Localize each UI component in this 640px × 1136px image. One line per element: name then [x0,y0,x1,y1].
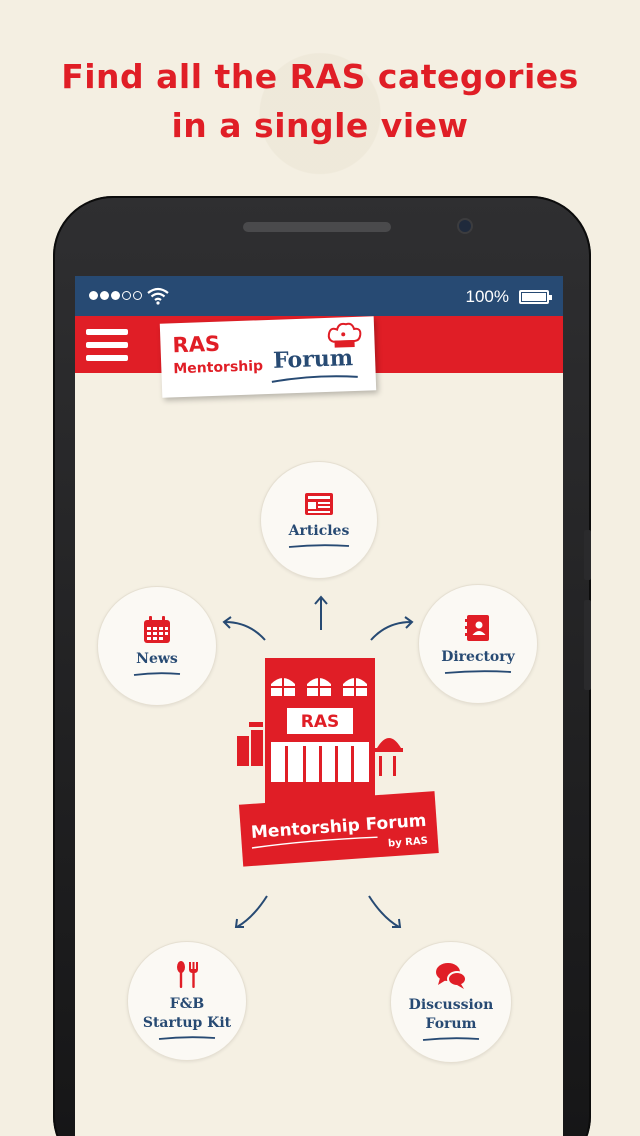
arrow-to-directory [370,616,414,641]
phone-speaker [243,222,391,232]
menu-icon [86,328,128,335]
wifi-icon [147,287,169,305]
logo-mentorship-text: Mentorship [173,358,264,378]
battery-percent: 100% [465,287,509,306]
cutlery-icon [177,961,198,988]
headline-line-2: in a single view [171,106,469,145]
category-news-button[interactable]: News [97,586,217,706]
center-mentorship-forum-logo: RAS Mentorship Forum by RAS [237,658,439,867]
building-sign: RAS [301,712,340,732]
chat-bubbles-icon [436,963,467,989]
category-fb-startup-kit-button[interactable]: F&B Startup Kit [127,941,247,1061]
promo-headline: Find all the RAS categories in a single … [0,52,640,150]
discussion-forum-label: Discussion Forum [408,997,494,1032]
battery-icon [519,290,552,304]
menu-button[interactable] [75,316,139,373]
chef-hat-icon [327,322,362,348]
phone-power-button [584,600,591,690]
headline-line-1: Find all the RAS categories [61,57,579,96]
arrow-to-fb-startup-kit [234,895,268,928]
app-logo[interactable]: RAS Mentorship Forum [159,316,377,398]
arrow-to-discussion-forum [368,895,402,928]
news-label: News [136,650,178,667]
phone-camera [457,218,473,234]
logo-underline [271,375,358,383]
articles-label: Articles [288,522,350,539]
phone-volume-button [584,530,591,580]
fb-startup-kit-label: F&B Startup Kit [142,996,232,1031]
articles-icon [305,492,333,515]
calendar-icon [144,615,170,643]
status-bar: 100% [75,276,563,316]
directory-label: Directory [441,648,515,665]
arrow-to-news [222,616,266,641]
category-discussion-forum-button[interactable]: Discussion Forum [390,941,512,1063]
category-articles-button[interactable]: Articles [260,461,378,579]
logo-ras-text: RAS [172,331,221,358]
signal-icon [89,291,142,300]
app-screen: 100% RAS Mentorship Forum Articles News … [75,276,563,1136]
directory-icon [465,614,489,641]
arrow-to-articles [314,595,328,630]
